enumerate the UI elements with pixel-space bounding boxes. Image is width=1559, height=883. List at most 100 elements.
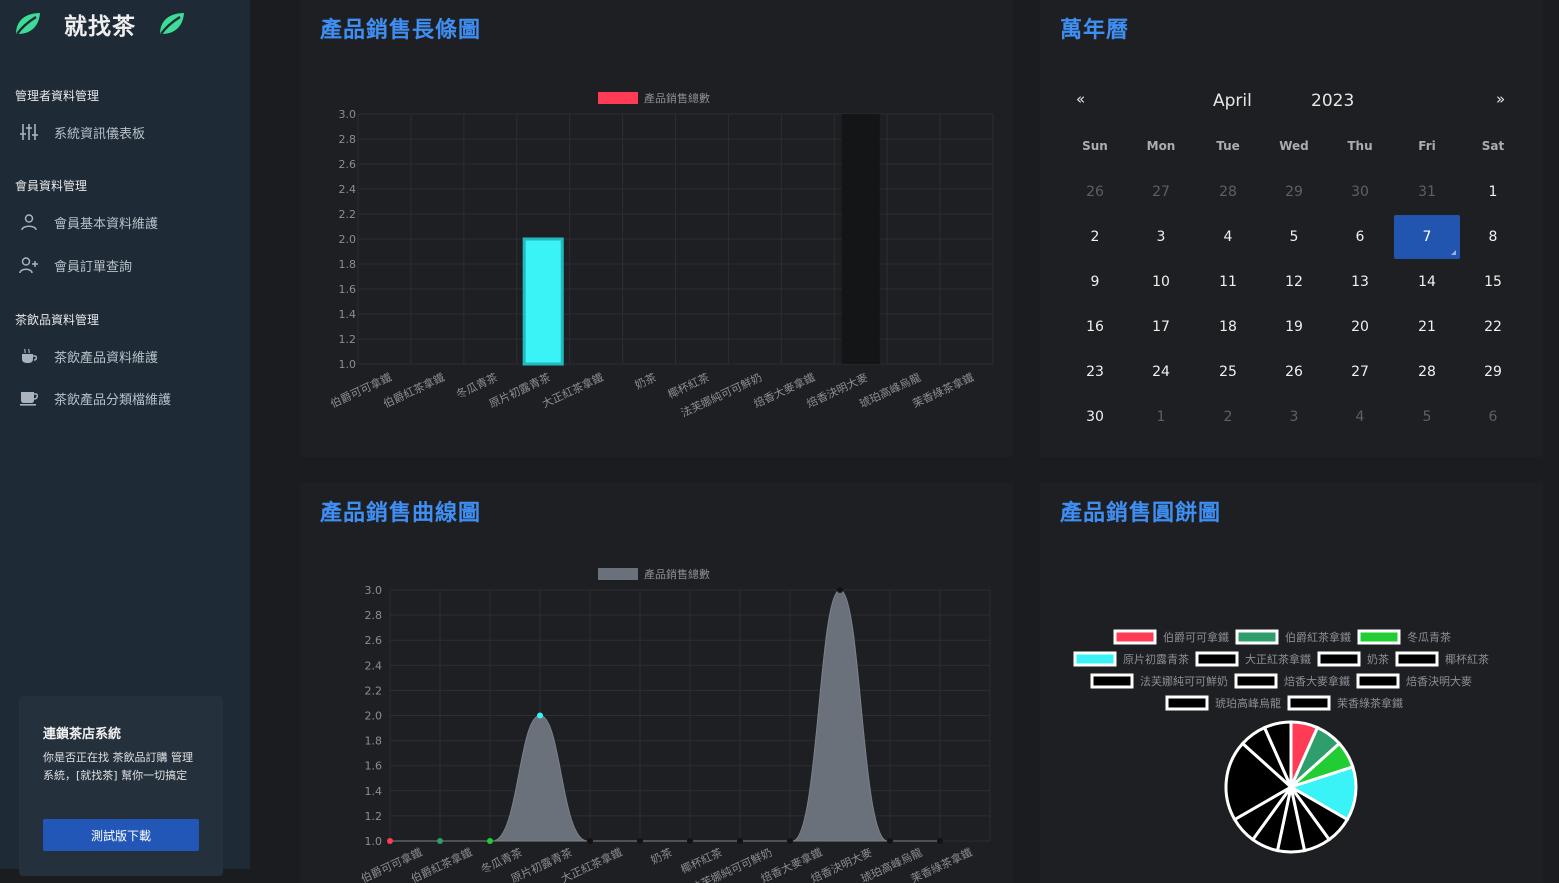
calendar-day[interactable]: 29 [1460,350,1526,394]
calendar-day[interactable]: 20 [1327,305,1393,349]
calendar-day[interactable]: 2 [1062,215,1128,259]
legend-label: 焙香大麥拿鐵 [1284,674,1350,688]
user-plus-icon [16,255,42,275]
y-tick-label: 1.0 [365,835,383,848]
calendar-day[interactable]: 17 [1128,305,1194,349]
calendar-day[interactable]: 3 [1261,395,1327,439]
y-tick-label: 1.2 [365,810,383,823]
legend-swatch [1165,695,1209,711]
calendar-day[interactable]: 31 [1394,170,1460,214]
nav-tea-products[interactable]: 茶飲產品資料維護 [16,343,236,369]
y-tick-label: 1.6 [365,760,383,773]
calendar-day[interactable]: 16 [1062,305,1128,349]
calendar-month[interactable]: April [1213,91,1252,111]
calendar-day[interactable]: 28 [1394,350,1460,394]
calendar-day[interactable]: 18 [1195,305,1261,349]
section-admin: 管理者資料管理 [15,89,100,103]
data-point [687,838,693,844]
calendar-day[interactable]: 22 [1460,305,1526,349]
data-point [787,838,793,844]
calendar-day[interactable]: 8 [1460,215,1526,259]
calendar-day[interactable]: 6 [1327,215,1393,259]
prev-month-button[interactable]: « [1076,90,1085,108]
calendar-day[interactable]: 6 [1460,395,1526,439]
y-tick-label: 3.0 [339,108,357,121]
y-tick-label: 1.8 [339,258,357,271]
calendar-day[interactable]: 27 [1128,170,1194,214]
calendar-day[interactable]: 7 [1394,215,1460,259]
calendar-day[interactable]: 4 [1195,215,1261,259]
legend-swatch [598,92,638,104]
data-point [737,838,743,844]
calendar-day[interactable]: 5 [1394,395,1460,439]
data-point [587,838,593,844]
calendar-day[interactable]: 24 [1128,350,1194,394]
legend-label: 茉香綠茶拿鐵 [1337,696,1403,710]
calendar-day[interactable]: 5 [1261,215,1327,259]
legend-label: 產品銷售總數 [644,567,710,581]
calendar-day[interactable]: 13 [1327,260,1393,304]
download-button[interactable]: 測試版下載 [43,819,199,851]
calendar-day[interactable]: 3 [1128,215,1194,259]
x-tick-label: 奶茶 [648,845,674,867]
calendar-day[interactable]: 27 [1327,350,1393,394]
calendar-day[interactable]: 11 [1195,260,1261,304]
calendar-day[interactable]: 28 [1195,170,1261,214]
nav-dashboard[interactable]: 系統資訊儀表板 [16,119,236,145]
sidebar: 就找茶 管理者資料管理 系統資訊儀表板 會員資料管理 會員基本資料維護 會員訂單… [0,0,250,876]
calendar-day[interactable]: 19 [1261,305,1327,349]
legend-label: 原片初露青茶 [1123,652,1189,666]
calendar-day[interactable]: 9 [1062,260,1128,304]
calendar-day[interactable]: 26 [1261,350,1327,394]
calendar-day[interactable]: 1 [1460,170,1526,214]
calendar-day[interactable]: 1 [1128,395,1194,439]
y-tick-label: 3.0 [365,584,383,597]
promo-card: 連鎖茶店系統 你是否正在找 茶飲品訂購 管理系統，[就找茶] 幫你一切搞定 測試… [19,696,223,876]
legend-label: 伯爵可可拿鐵 [1163,630,1229,644]
y-tick-label: 2.6 [365,634,383,647]
calendar-day[interactable]: 14 [1394,260,1460,304]
calendar-day[interactable]: 15 [1460,260,1526,304]
y-tick-label: 1.2 [339,333,357,346]
y-tick-label: 1.0 [339,358,357,371]
legend-swatch [1235,629,1279,645]
calendar-day[interactable]: 21 [1394,305,1460,349]
legend-swatch [1090,673,1134,689]
nav-label: 茶飲產品資料維護 [54,350,159,366]
data-point [937,838,943,844]
legend-swatch [598,568,638,580]
brand-title: 就找茶 [64,14,136,40]
nav-member-orders[interactable]: 會員訂單查詢 [16,252,236,278]
y-tick-label: 2.4 [365,659,383,672]
data-point [387,838,393,844]
calendar-day[interactable]: 30 [1327,170,1393,214]
calendar-day[interactable]: 4 [1327,395,1393,439]
legend-label: 大正紅茶拿鐵 [1245,652,1311,666]
brand[interactable]: 就找茶 [12,6,242,42]
calendar-year[interactable]: 2023 [1311,91,1354,111]
calendar-day[interactable]: 26 [1062,170,1128,214]
calendar-day[interactable]: 2 [1195,395,1261,439]
calendar-day[interactable]: 23 [1062,350,1128,394]
weekday-label: Mon [1146,139,1176,153]
calendar-day[interactable]: 29 [1261,170,1327,214]
calendar-day[interactable]: 25 [1195,350,1261,394]
weekday-label: Thu [1347,139,1373,153]
leaf-icon [160,13,184,35]
legend-swatch [1357,629,1401,645]
leaf-icon [16,13,40,35]
calendar-day[interactable]: 10 [1128,260,1194,304]
y-tick-label: 2.8 [339,133,357,146]
y-tick-label: 2.2 [365,684,383,697]
pie-chart: 伯爵可可拿鐵 伯爵紅茶拿鐵 冬瓜青茶原片初露青茶 大正紅茶拿鐵 奶茶 椰杯紅茶法芙娜純可可… [1073,629,1489,854]
legend-swatch [1073,651,1117,667]
nav-member-profile[interactable]: 會員基本資料維護 [16,209,236,235]
calendar-day[interactable]: 12 [1261,260,1327,304]
y-tick-label: 1.6 [339,283,357,296]
data-point [837,587,843,593]
calendar-day[interactable]: 30 [1062,395,1128,439]
next-month-button[interactable]: » [1496,90,1505,108]
nav-tea-categories[interactable]: 茶飲產品分類檔維護 [16,385,236,411]
y-tick-label: 2.0 [339,233,357,246]
legend-swatch [1195,651,1239,667]
